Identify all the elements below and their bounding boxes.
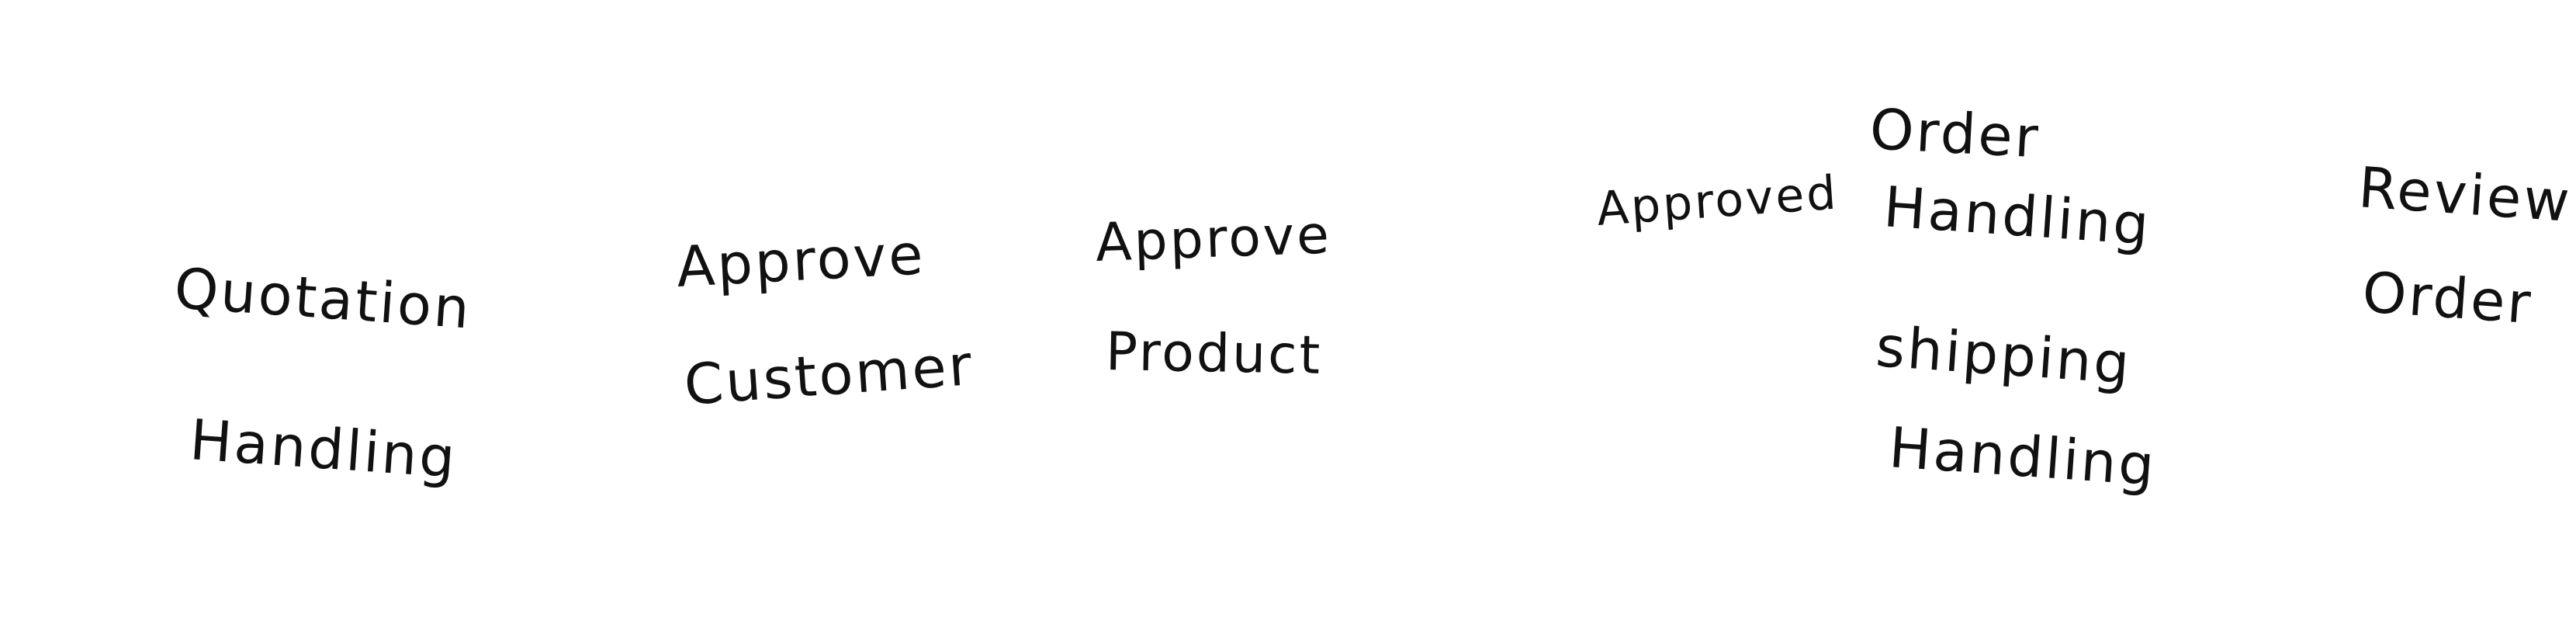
approve-customer-line-2: Customer xyxy=(682,332,976,418)
approve-product-line-1: Approve xyxy=(1094,204,1333,274)
review-order-line-2: Order xyxy=(2360,259,2536,337)
shipping-handling-line-2: Handling xyxy=(1887,415,2159,498)
quotation-handling-line-1: Quotation xyxy=(172,255,474,342)
order-handling-line-2: Handling xyxy=(1882,174,2154,258)
order-handling-line-1: Order xyxy=(1868,96,2042,171)
diagram-canvas: Quotation Handling Approve Customer Appr… xyxy=(0,0,2576,642)
approve-product-line-2: Product xyxy=(1105,321,1323,387)
shipping-handling-line-1: shipping xyxy=(1874,314,2135,397)
quotation-handling-line-2: Handling xyxy=(188,407,460,491)
approved-label: Approved xyxy=(1594,165,1840,237)
review-order-line-1: Review xyxy=(2356,154,2574,235)
approve-customer-line-1: Approve xyxy=(674,221,927,300)
